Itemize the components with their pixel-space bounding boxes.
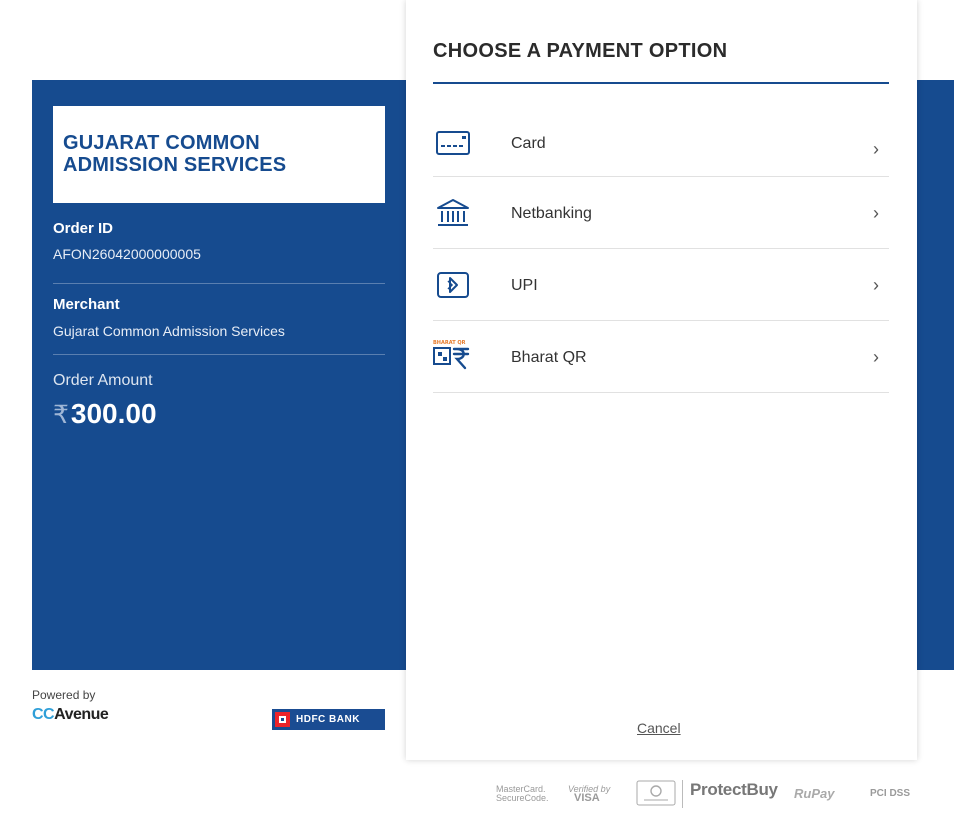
chevron-right-icon: ›: [873, 203, 879, 223]
payment-option-upi-label: UPI: [511, 277, 538, 294]
cancel-link[interactable]: Cancel: [637, 720, 681, 736]
verified-by-visa-badge: Verified by VISA: [568, 785, 610, 804]
merchant-name-line2: ADMISSION SERVICES: [63, 154, 287, 176]
payment-option-card[interactable]: Card ›: [433, 105, 889, 177]
merchant-name-line1: GUJARAT COMMON: [63, 132, 260, 154]
payment-option-bharat-qr-label: Bharat QR: [511, 349, 587, 366]
merchant-label: Merchant: [53, 296, 120, 313]
panel-title: CHOOSE A PAYMENT OPTION: [433, 40, 728, 62]
merchant-name-box: GUJARAT COMMON ADMISSION SERVICES: [53, 106, 385, 203]
diners-club-badge: [636, 780, 676, 808]
payment-option-netbanking-label: Netbanking: [511, 205, 592, 222]
ccavenue-logo: CCAvenue: [32, 706, 109, 724]
divider: [53, 283, 385, 284]
chevron-right-icon: ›: [873, 347, 879, 367]
visa-line2: VISA: [574, 792, 600, 804]
mastercard-line2: SecureCode.: [496, 793, 549, 803]
card-icon: [433, 127, 473, 159]
order-amount: ₹300.00: [53, 398, 157, 430]
merchant-value: Gujarat Common Admission Services: [53, 323, 285, 339]
rupee-symbol: ₹: [53, 401, 69, 429]
mastercard-securecode-badge: MasterCard. SecureCode.: [496, 785, 549, 803]
hdfc-bank-logo: HDFC BANK: [272, 709, 385, 730]
payment-option-netbanking[interactable]: Netbanking ›: [433, 177, 889, 249]
rupay-badge: RuPay: [794, 786, 835, 801]
hdfc-logo-icon: [275, 712, 290, 727]
bank-icon: [433, 197, 473, 229]
badge-divider: [682, 780, 683, 808]
security-badges: MasterCard. SecureCode. Verified by VISA…: [496, 780, 920, 808]
upi-icon: [433, 269, 473, 301]
chevron-right-icon: ›: [873, 139, 879, 159]
order-id-label: Order ID: [53, 220, 114, 237]
powered-by-label: Powered by: [32, 688, 96, 702]
divider: [53, 354, 385, 355]
svg-text:BHARAT QR: BHARAT QR: [433, 340, 466, 346]
bharat-qr-icon: BHARAT QR: [433, 339, 473, 371]
hdfc-bank-text: HDFC BANK: [296, 714, 360, 725]
chevron-right-icon: ›: [873, 275, 879, 295]
ccavenue-logo-avenue: Avenue: [54, 706, 109, 723]
protectbuy-badge: ProtectBuy: [690, 780, 778, 799]
payment-option-bharat-qr[interactable]: BHARAT QR Bharat QR ›: [433, 321, 889, 393]
order-amount-value: 300.00: [70, 398, 157, 429]
order-id-value: AFON26042000000005: [53, 246, 201, 262]
payment-option-upi[interactable]: UPI ›: [433, 249, 889, 321]
order-summary-panel: GUJARAT COMMON ADMISSION SERVICES Order …: [32, 80, 406, 670]
pci-dss-badge: PCI DSS: [870, 788, 911, 799]
payment-options-panel: CHOOSE A PAYMENT OPTION Card › Netbankin…: [406, 0, 917, 760]
title-underline: [433, 82, 889, 84]
ccavenue-logo-cc: CC: [32, 706, 55, 723]
payment-option-card-label: Card: [511, 135, 546, 152]
order-amount-label: Order Amount: [53, 372, 153, 389]
